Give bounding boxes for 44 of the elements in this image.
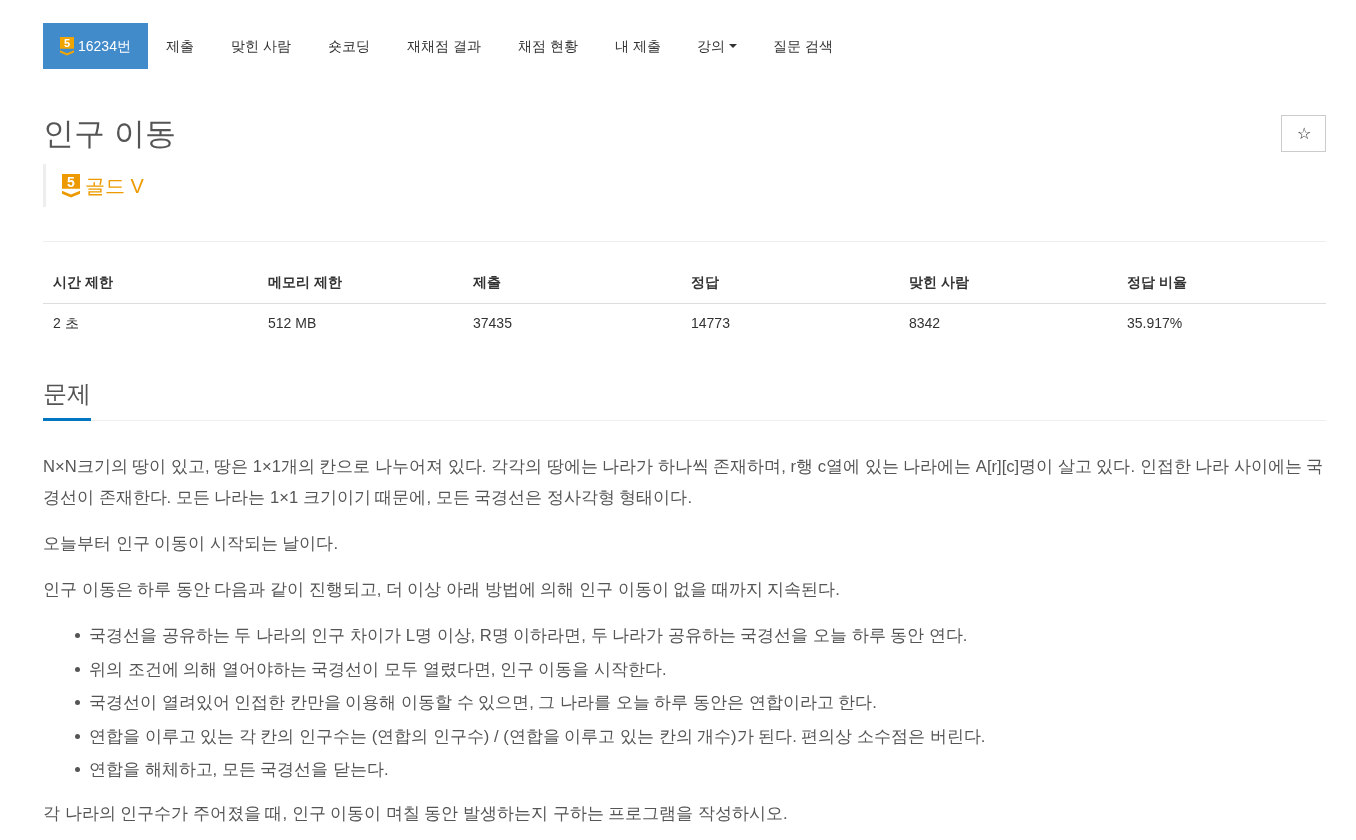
table-cell: 35.917% <box>1117 303 1326 343</box>
list-item-text: 국경선을 공유하는 두 나라의 인구 차이가 L명 이상, R명 이하라면, 두 나라가 공유하는 국경선을 오늘 하루 동안 연다. <box>89 625 968 647</box>
star-button[interactable]: ☆ <box>1281 115 1326 152</box>
bullet-icon <box>75 666 80 672</box>
bullet-icon <box>75 733 80 739</box>
list-item-text: 국경선이 열려있어 인접한 칸만을 이용해 이동할 수 있으면, 그 나라를 오늘 하루 동안은 연합이라고 한다. <box>89 692 877 714</box>
nav-link[interactable]: 숏코딩 <box>309 23 389 69</box>
column-header: 맞힌 사람 <box>899 263 1117 303</box>
bullet-icon <box>75 633 80 638</box>
column-header: 시간 제한 <box>43 263 258 303</box>
tier-badge: 5 <box>62 173 80 198</box>
bullet-icon <box>75 767 80 772</box>
caret-icon <box>728 44 737 48</box>
table-cell: 8342 <box>899 303 1117 343</box>
problem-paragraph: N×N크기의 땅이 있고, 땅은 1×1개의 칸으로 나누어져 있다. 각각의 땅에는 나라가 하나씩 존재하며, r행 c열에 있는 나라에는 A[r][c]명이 살고 있다. 인접한 나라 사이에는 국경선이 존재한다. 모든 나라는 1×1 크기이기 때문에, 모든 국경선은 정사각형 형태이다. <box>43 456 1325 509</box>
problem-paragraph: 오늘부터 인구 이동이 시작되는 날이다. <box>43 533 340 555</box>
nav-link[interactable]: 채점 현황 <box>499 23 597 69</box>
table-cell: 37435 <box>463 303 681 343</box>
problem-tab[interactable]: 5 16234번 <box>43 23 148 69</box>
tier-label: 골드 V <box>85 173 144 199</box>
column-header: 정답 비율 <box>1117 263 1326 303</box>
nav-link[interactable]: 질문 검색 <box>754 23 852 69</box>
column-header: 제출 <box>463 263 681 303</box>
nav-link[interactable]: 맞힌 사람 <box>212 23 310 69</box>
tier-badge: 5 <box>60 36 74 56</box>
problem-paragraph: 인구 이동은 하루 동안 다음과 같이 진행되고, 더 이상 아래 방법에 의해 인구 이동이 없을 때까지 지속된다. <box>43 579 841 601</box>
section-heading: 문제 <box>43 379 91 421</box>
list-item-text: 연합을 이루고 있는 각 칸의 인구수는 (연합의 인구수) / (연합을 이루고 있는 칸의 개수)가 된다. 편의상 소수점은 버린다. <box>89 725 986 748</box>
list-item-text: 위의 조건에 의해 열어야하는 국경선이 모두 열렸다면, 인구 이동을 시작한다. <box>89 658 667 681</box>
problem-number: 16234번 <box>78 36 131 56</box>
table-cell: 14773 <box>681 303 899 343</box>
bullet-icon <box>75 700 80 705</box>
nav-link[interactable]: 내 제출 <box>596 23 680 69</box>
problem-title: 인구 이동 <box>43 115 176 153</box>
table-cell: 512 MB <box>258 303 463 343</box>
nav-label: 강의 <box>696 36 725 56</box>
table-cell: 2 초 <box>43 303 258 343</box>
nav-dropdown[interactable]: 강의 <box>679 23 755 69</box>
column-header: 정답 <box>681 263 899 303</box>
nav-link[interactable]: 재채점 결과 <box>388 23 500 69</box>
problem-paragraph: 각 나라의 인구수가 주어졌을 때, 인구 이동이 며칠 동안 발생하는지 구하는 프로그램을 작성하시오. <box>43 803 789 825</box>
column-header: 메모리 제한 <box>258 263 463 303</box>
list-item-text: 연합을 해체하고, 모든 국경선을 닫는다. <box>89 759 389 781</box>
nav-link[interactable]: 제출 <box>147 23 213 69</box>
